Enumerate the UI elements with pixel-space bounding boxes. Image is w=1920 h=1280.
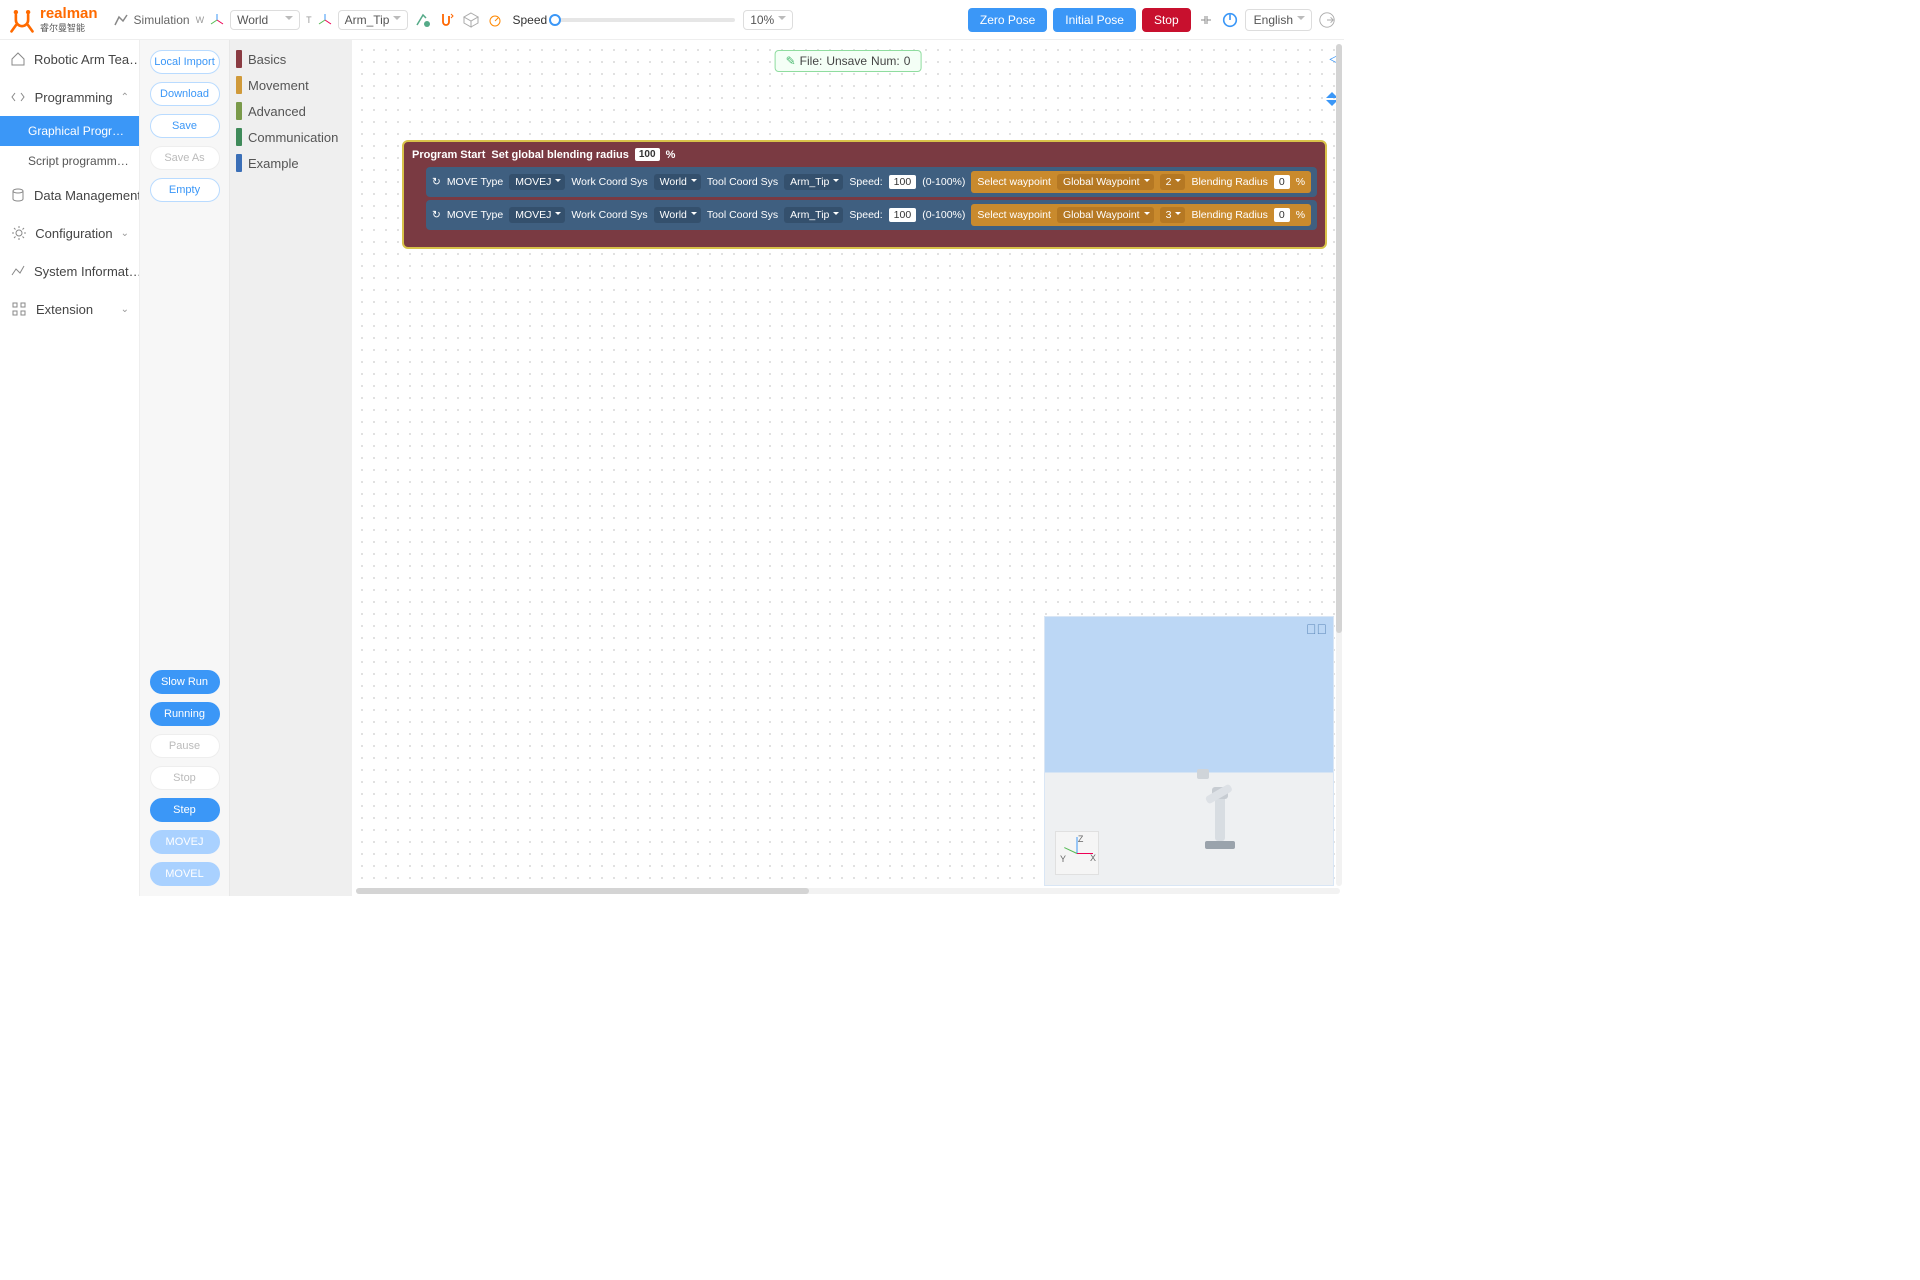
home-icon — [10, 50, 26, 68]
nav-programming[interactable]: Programming ⌃ — [0, 78, 139, 116]
speed-control: Speed 10% — [486, 10, 961, 30]
world-select[interactable]: W World — [196, 10, 301, 30]
vertical-scrollbar[interactable] — [1336, 44, 1342, 886]
action-column: Local Import Download Save Save As Empty… — [140, 40, 230, 896]
chevron-down-icon: ⌄ — [121, 228, 129, 239]
block-categories: Basics Movement Advanced Communication E… — [230, 40, 352, 896]
blockly-canvas[interactable]: ✎ File: Unsave Num: 0 ◁ Program Start Se… — [352, 40, 1344, 896]
movel-button[interactable]: MOVEL — [150, 862, 220, 886]
power-icon[interactable] — [1221, 11, 1239, 29]
connect-icon[interactable] — [1197, 11, 1215, 29]
edit-icon[interactable]: ✎ — [786, 54, 796, 68]
file-status: ✎ File: Unsave Num: 0 — [775, 50, 922, 72]
language-select[interactable]: English — [1245, 9, 1312, 31]
work-coord-select[interactable]: World — [654, 207, 701, 223]
speed-input[interactable]: 100 — [889, 208, 917, 222]
simulation-icon — [112, 11, 130, 29]
eye-slash-icon[interactable]: 👁⃠ — [1306, 621, 1327, 637]
work-coord-select[interactable]: World — [654, 174, 701, 190]
loop-icon: ↻ — [432, 176, 441, 188]
world-value[interactable]: World — [230, 10, 300, 30]
move-block-2[interactable]: ↻ MOVE Type MOVEJ Work Coord Sys World T… — [426, 200, 1317, 230]
speed-icon — [486, 11, 504, 29]
speed-slider[interactable] — [555, 18, 735, 22]
axis-icon — [316, 11, 334, 29]
cube-icon[interactable] — [462, 11, 480, 29]
axis-gizmo[interactable]: Z Y X — [1055, 831, 1099, 875]
save-button[interactable]: Save — [150, 114, 220, 138]
loop-icon: ↻ — [432, 209, 441, 221]
horizontal-scrollbar[interactable] — [356, 888, 1340, 894]
waypoint-index-select[interactable]: 3 — [1160, 207, 1186, 223]
nav-extension[interactable]: Extension ⌄ — [0, 290, 139, 328]
code-icon — [10, 88, 27, 106]
stop-button[interactable]: Stop — [150, 766, 220, 790]
global-radius-input[interactable]: 100 — [635, 148, 660, 161]
nav-robotic-arm[interactable]: Robotic Arm Tea… — [0, 40, 139, 78]
chart-icon — [10, 262, 26, 280]
logout-icon[interactable] — [1318, 11, 1336, 29]
nav-graphical-prog[interactable]: Graphical Progr… — [0, 116, 139, 146]
move-type-select[interactable]: MOVEJ — [509, 207, 565, 223]
nav-system-info[interactable]: System Informat… — [0, 252, 139, 290]
tool-value[interactable]: Arm_Tip — [338, 10, 409, 30]
brand-sub: 睿尔曼智能 — [40, 21, 98, 34]
tool-coord-select[interactable]: Arm_Tip — [784, 207, 843, 223]
cat-basics[interactable]: Basics — [230, 46, 352, 72]
waypoint-index-select[interactable]: 2 — [1160, 174, 1186, 190]
nav-configuration[interactable]: Configuration ⌄ — [0, 214, 139, 252]
move-block-1[interactable]: ↻ MOVE Type MOVEJ Work Coord Sys World T… — [426, 167, 1317, 197]
pause-button[interactable]: Pause — [150, 734, 220, 758]
waypoint-type-select[interactable]: Global Waypoint — [1057, 207, 1154, 223]
stop-button-top[interactable]: Stop — [1142, 8, 1191, 32]
move-type-select[interactable]: MOVEJ — [509, 174, 565, 190]
gear-icon — [10, 224, 27, 242]
3d-preview[interactable]: 👁⃠ Z Y X — [1044, 616, 1334, 886]
zero-pose-button[interactable]: Zero Pose — [968, 8, 1047, 32]
cat-example[interactable]: Example — [230, 150, 352, 176]
tool-coord-select[interactable]: Arm_Tip — [784, 174, 843, 190]
robot-model — [1195, 759, 1245, 849]
download-button[interactable]: Download — [150, 82, 220, 106]
slow-run-button[interactable]: Slow Run — [150, 670, 220, 694]
nav-script-prog[interactable]: Script programm… — [0, 146, 139, 176]
blend-radius-input[interactable]: 0 — [1274, 175, 1290, 189]
empty-button[interactable]: Empty — [150, 178, 220, 202]
chevron-down-icon: ⌄ — [121, 304, 129, 315]
brand-icon — [8, 6, 36, 34]
step-button[interactable]: Step — [150, 798, 220, 822]
simulation-toggle[interactable]: Simulation — [112, 11, 190, 29]
chevron-up-icon: ⌃ — [121, 92, 129, 103]
speed-label: Speed — [512, 13, 547, 27]
axis-icon — [208, 11, 226, 29]
waypoint-type-select[interactable]: Global Waypoint — [1057, 174, 1154, 190]
brand-name: realman — [40, 6, 98, 21]
tool-icon-1[interactable] — [414, 11, 432, 29]
running-button[interactable]: Running — [150, 702, 220, 726]
cat-communication[interactable]: Communication — [230, 124, 352, 150]
speed-value[interactable]: 10% — [743, 10, 793, 30]
initial-pose-button[interactable]: Initial Pose — [1053, 8, 1136, 32]
program-block[interactable]: Program Start Set global blending radius… — [402, 140, 1327, 249]
db-icon — [10, 186, 26, 204]
save-as-button[interactable]: Save As — [150, 146, 220, 170]
sidebar-nav: Robotic Arm Tea… Programming ⌃ Graphical… — [0, 40, 140, 896]
tool-icon-2[interactable] — [438, 11, 456, 29]
tool-select[interactable]: T Arm_Tip — [306, 10, 408, 30]
grid-icon — [10, 300, 28, 318]
cat-advanced[interactable]: Advanced — [230, 98, 352, 124]
blend-radius-input[interactable]: 0 — [1274, 208, 1290, 222]
program-start-header[interactable]: Program Start Set global blending radius… — [412, 148, 1317, 161]
topbar: realman 睿尔曼智能 Simulation W World T Arm_T… — [0, 0, 1344, 40]
local-import-button[interactable]: Local Import — [150, 50, 220, 74]
speed-input[interactable]: 100 — [889, 175, 917, 189]
movej-button[interactable]: MOVEJ — [150, 830, 220, 854]
nav-data-mgmt[interactable]: Data Management — [0, 176, 139, 214]
cat-movement[interactable]: Movement — [230, 72, 352, 98]
brand-logo: realman 睿尔曼智能 — [8, 6, 98, 34]
